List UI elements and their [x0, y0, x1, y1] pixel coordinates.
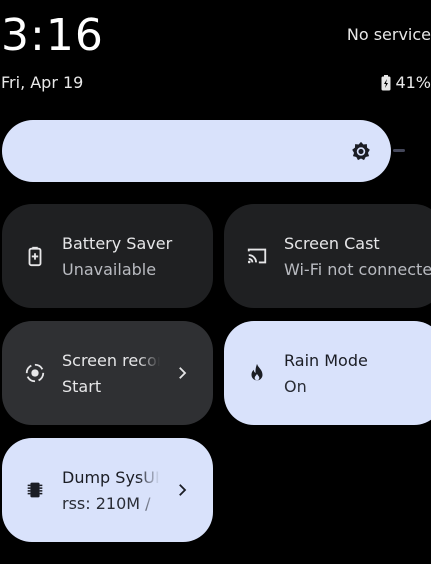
tile-subtitle: Unavailable: [62, 260, 157, 279]
tile-title: Battery Saver: [62, 234, 173, 253]
tile-subtitle: On: [284, 377, 307, 396]
chevron-right-icon: [179, 484, 187, 496]
flame-icon: [251, 363, 263, 381]
chip-icon: [27, 482, 43, 498]
tile-screen-record[interactable]: Screen record Start: [2, 321, 213, 425]
cast-icon: [247, 248, 267, 264]
battery-saver-icon: [28, 246, 42, 267]
battery-percent: 41%: [395, 73, 431, 92]
date[interactable]: Fri, Apr 19: [1, 73, 83, 92]
screen-record-icon: [25, 363, 45, 383]
battery-status[interactable]: 41%: [381, 73, 431, 92]
brightness-icon: [352, 141, 370, 161]
tile-subtitle: Start: [62, 377, 102, 396]
quick-settings-panel: 3:16 No service Fri, Apr 19 41% Battery …: [0, 0, 431, 564]
brightness-slider-rest[interactable]: [393, 149, 405, 152]
network-status: No service: [346, 25, 431, 44]
tile-text: Screen record Start: [62, 349, 160, 401]
tile-battery-saver[interactable]: Battery Saver Unavailable: [2, 204, 213, 308]
tile-dump-sysui[interactable]: Dump SysUI rss: 210M /: [2, 438, 213, 542]
chevron-right-icon: [179, 367, 187, 379]
tile-title: Screen Cast: [284, 234, 380, 253]
text-fade: [138, 349, 160, 401]
tile-subtitle: Wi-Fi not connected: [284, 260, 431, 279]
battery-charging-icon: [381, 74, 391, 90]
tile-title: Rain Mode: [284, 351, 368, 370]
tile-screen-cast[interactable]: Screen Cast Wi-Fi not connected: [224, 204, 431, 308]
clock[interactable]: 3:16: [1, 10, 104, 62]
tile-text: Dump SysUI rss: 210M /: [62, 466, 160, 518]
brightness-slider[interactable]: [2, 120, 391, 182]
text-fade: [138, 466, 160, 518]
tile-rain-mode[interactable]: Rain Mode On: [224, 321, 431, 425]
